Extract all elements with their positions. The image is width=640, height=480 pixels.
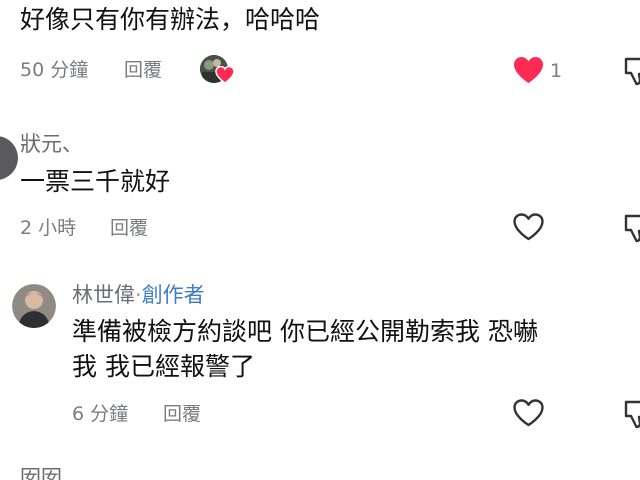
creator-avatar[interactable] — [12, 284, 56, 328]
comment-time: 6 分鐘 — [72, 403, 129, 425]
user-avatar[interactable] — [0, 136, 18, 180]
reply-button[interactable]: 回覆 — [124, 57, 162, 83]
heart-icon[interactable] — [512, 212, 545, 242]
creator-badge: 創作者 — [141, 283, 205, 307]
like-count: 1 — [550, 60, 563, 82]
reply-button[interactable]: 回覆 — [110, 215, 148, 241]
heart-icon[interactable] — [512, 398, 545, 428]
creator-name-row: 林世偉·創作者 — [72, 281, 205, 309]
dislike-icon[interactable] — [622, 399, 640, 429]
comment-text-line-1: 準備被檢方約談吧 你已經公開勒索我 恐嚇 — [72, 317, 538, 346]
liker-heart-icon — [215, 66, 235, 84]
comment-username[interactable]: 狀元、 — [20, 130, 83, 158]
comment-username[interactable]: 林世偉 — [72, 283, 135, 307]
comment-text-line-2: 我 我已經報警了 — [72, 352, 255, 381]
comment-text: 一票三千就好 — [20, 167, 171, 196]
comment-text: 好像只有你有辦法，哈哈哈 — [20, 5, 321, 34]
reply-button[interactable]: 回覆 — [163, 401, 201, 427]
comment-username[interactable]: 囡囡 — [20, 464, 62, 480]
dislike-icon[interactable] — [622, 56, 640, 86]
comment-time: 50 分鐘 — [20, 59, 89, 81]
dislike-icon[interactable] — [622, 213, 640, 243]
comment-time: 2 小時 — [20, 217, 77, 239]
comments-page: 好像只有你有辦法，哈哈哈 50 分鐘 回覆 1 狀元、 一票三千就好 2 小時 … — [0, 0, 640, 480]
heart-icon[interactable] — [512, 55, 545, 85]
separator-dot: · — [135, 283, 142, 307]
